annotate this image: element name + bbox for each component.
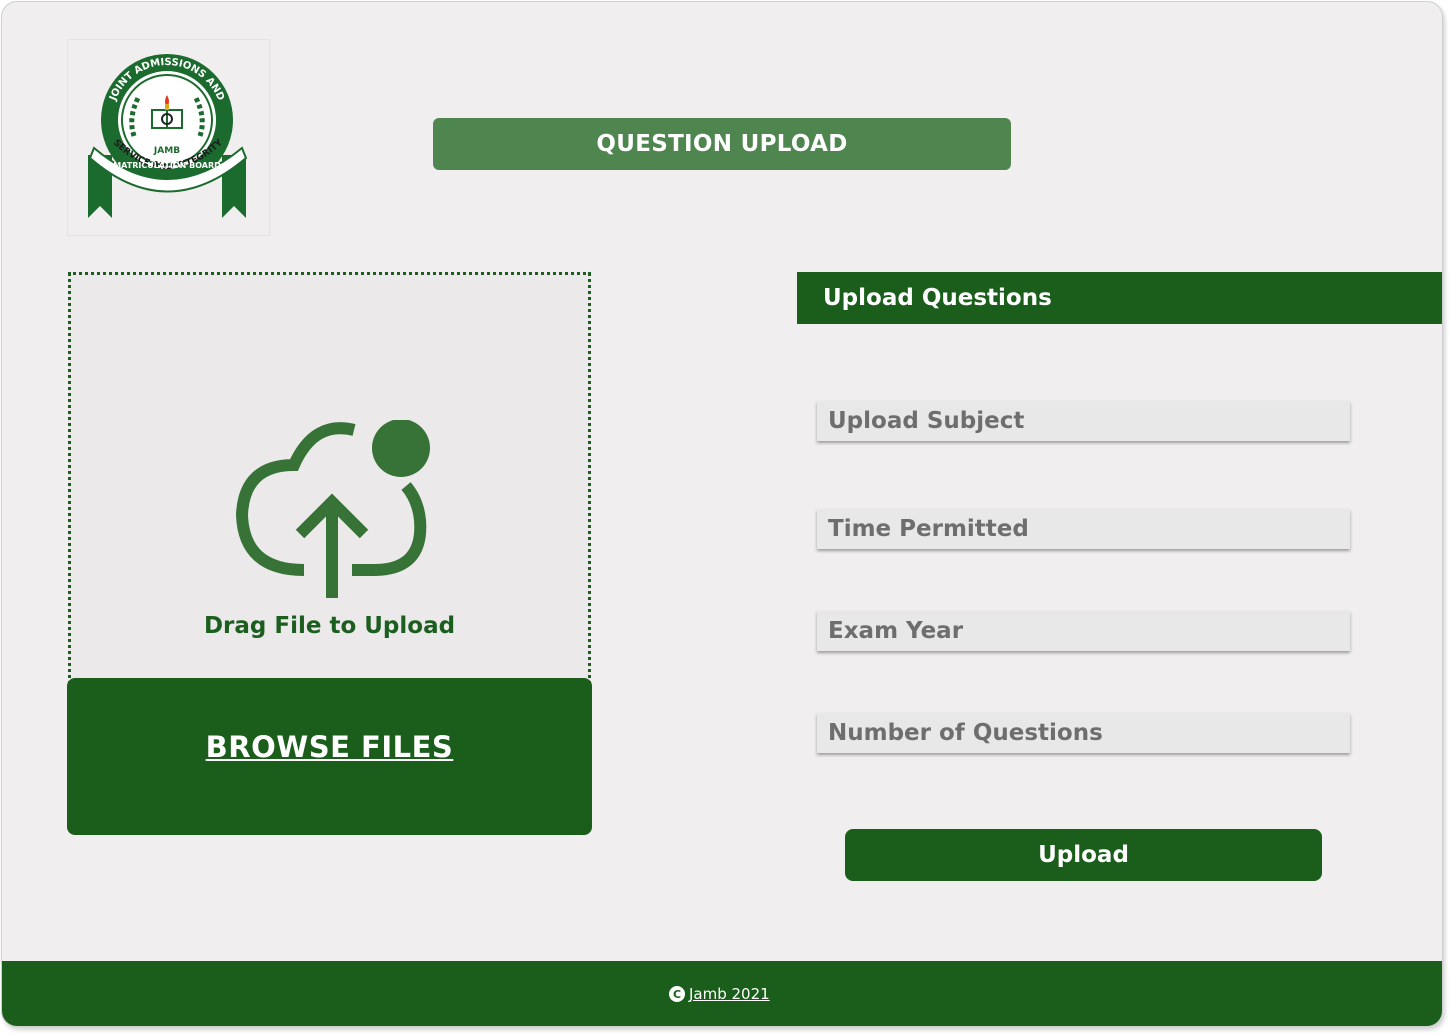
form-heading: Upload Questions: [797, 272, 1442, 324]
copyright: C Jamb 2021: [669, 985, 770, 1003]
upload-button[interactable]: Upload: [845, 829, 1322, 881]
file-dropzone[interactable]: Drag File to Upload: [68, 272, 591, 692]
footer: C Jamb 2021: [2, 961, 1442, 1026]
copyright-icon: C: [669, 986, 685, 1002]
browse-files-button[interactable]: BROWSE FILES: [67, 678, 592, 835]
logo-text-middle: MATRICULATION BOARD: [113, 161, 221, 170]
page-title: QUESTION UPLOAD: [433, 118, 1011, 170]
time-permitted-field[interactable]: Time Permitted: [817, 509, 1350, 549]
drag-label: Drag File to Upload: [203, 613, 456, 639]
page-title-text: QUESTION UPLOAD: [596, 131, 848, 157]
browse-files-label: BROWSE FILES: [205, 730, 454, 764]
logo-text-short: JAMB: [153, 146, 180, 156]
app-window: JOINT ADMISSIONS AND JAMB SERVICE AND IN…: [1, 1, 1443, 1027]
cloud-upload-icon: [235, 420, 430, 598]
copyright-link[interactable]: Jamb 2021: [689, 985, 770, 1003]
jamb-logo: JOINT ADMISSIONS AND JAMB SERVICE AND IN…: [67, 39, 270, 236]
jamb-seal-icon: JOINT ADMISSIONS AND JAMB SERVICE AND IN…: [88, 54, 248, 218]
exam-year-field[interactable]: Exam Year: [817, 611, 1350, 651]
upload-subject-field[interactable]: Upload Subject: [817, 401, 1350, 441]
number-of-questions-field[interactable]: Number of Questions: [817, 713, 1350, 753]
